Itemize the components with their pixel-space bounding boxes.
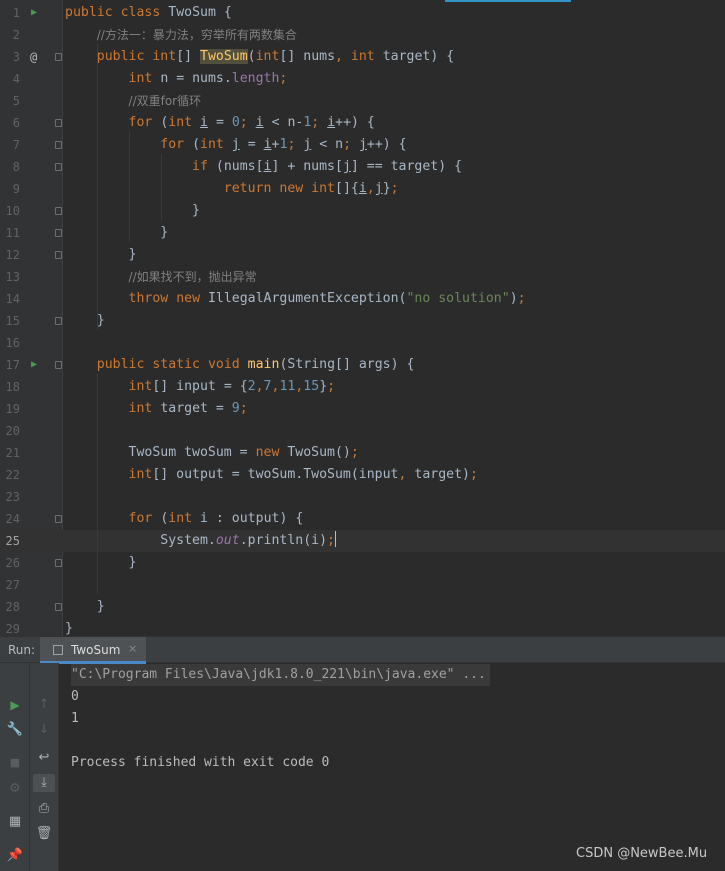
layout-icon[interactable]: ▦ <box>4 813 26 831</box>
code-line: public int[] TwoSum(int[] nums, int targ… <box>96 49 455 64</box>
arrow-up-icon[interactable]: ↑ <box>33 696 55 714</box>
run-label: Run: <box>8 643 36 657</box>
code-line: //双重for循环 <box>0 90 725 112</box>
run-tab-twosum[interactable]: TwoSum × <box>40 637 146 664</box>
code-line: } <box>192 203 200 218</box>
code-line: if (nums[i] + nums[j] == target) { <box>192 159 463 174</box>
scroll-to-end-icon[interactable]: ⤓ <box>33 774 55 792</box>
line-number: 16 <box>5 336 20 350</box>
run-header: Run: TwoSum × <box>0 636 725 664</box>
wrench-icon[interactable]: 🔧 <box>4 721 26 739</box>
code-line: throw new IllegalArgumentException("no s… <box>128 291 526 306</box>
console-finish-line: Process finished with exit code 0 <box>71 755 330 770</box>
console-output[interactable]: "C:\Program Files\Java\jdk1.8.0_221\bin\… <box>71 664 490 774</box>
code-line-current: System.out.println(i); <box>160 531 336 548</box>
code-comment: //方法一：暴力法，穷举所有两数集合 <box>96 28 297 42</box>
code-line: } <box>160 225 169 240</box>
trash-icon[interactable]: 🗑 <box>33 825 55 843</box>
line-number: 23 <box>5 490 20 504</box>
console-line: 0 <box>71 689 79 704</box>
stop-icon[interactable]: ■ <box>4 754 26 772</box>
code-line: int target = 9; <box>128 401 248 416</box>
soft-wrap-icon[interactable]: ↩ <box>33 749 55 767</box>
run-toolbar-right: ↑ ↓ ↩ ⤓ ⎙ 🗑 <box>30 663 59 871</box>
gear-icon[interactable]: ⚙ <box>4 780 26 798</box>
code-line: //方法一：暴力法，穷举所有两数集合 <box>0 24 725 46</box>
pin-icon[interactable]: 📌 <box>4 847 26 865</box>
code-line: for (int j = i+1; j < n; j++) { <box>160 137 407 152</box>
text-caret <box>334 531 336 547</box>
rerun-icon[interactable]: ▶ <box>4 696 26 714</box>
console-command-line[interactable]: "C:\Program Files\Java\jdk1.8.0_221\bin\… <box>71 664 490 686</box>
code-editor[interactable]: 1 2 3 4 5 6 7 8 9 10 11 12 13 14 15 16 1… <box>0 0 725 636</box>
code-line: } <box>128 555 137 570</box>
code-line: int[] input = {2,7,11,15}; <box>128 379 336 394</box>
code-line: for (int i = 0; i < n-1; i++) { <box>128 115 375 130</box>
run-tab-label: TwoSum <box>71 643 121 657</box>
run-toolbar-left: ▶ 🔧 ■ ⚙ ▦ 📌 <box>0 663 30 871</box>
code-line: TwoSum twoSum = new TwoSum(); <box>128 445 359 460</box>
close-icon[interactable]: × <box>128 642 137 655</box>
code-line: } <box>96 313 105 328</box>
run-tool-window: Run: TwoSum × ▶ 🔧 ■ ⚙ ▦ 📌 ↑ ↓ ↩ ⤓ ⎙ 🗑 "C… <box>0 636 725 871</box>
console-tab-icon <box>53 645 63 655</box>
code-line: } <box>65 621 73 636</box>
line-number: 20 <box>5 424 20 438</box>
arrow-down-icon[interactable]: ↓ <box>33 721 55 739</box>
code-comment: //如果找不到，抛出异常 <box>128 270 257 284</box>
print-icon[interactable]: ⎙ <box>33 800 55 818</box>
method-name-highlight: TwoSum <box>200 49 248 64</box>
code-comment: //双重for循环 <box>128 94 202 108</box>
console-line: 1 <box>71 711 79 726</box>
code-line: for (int i : output) { <box>128 511 304 526</box>
code-line: int[] output = twoSum.TwoSum(input, targ… <box>128 467 478 482</box>
code-line: return new int[]{i,j}; <box>223 181 399 196</box>
code-line: int n = nums.length; <box>128 71 288 86</box>
code-line: public static void main(String[] args) { <box>96 357 415 372</box>
line-number: 27 <box>5 578 20 592</box>
code-line: } <box>128 247 137 262</box>
code-line: } <box>96 599 105 614</box>
watermark: CSDN @NewBee.Mu <box>576 846 708 861</box>
code-line: //如果找不到，抛出异常 <box>0 266 725 288</box>
code-line: public class TwoSum { <box>65 5 232 20</box>
